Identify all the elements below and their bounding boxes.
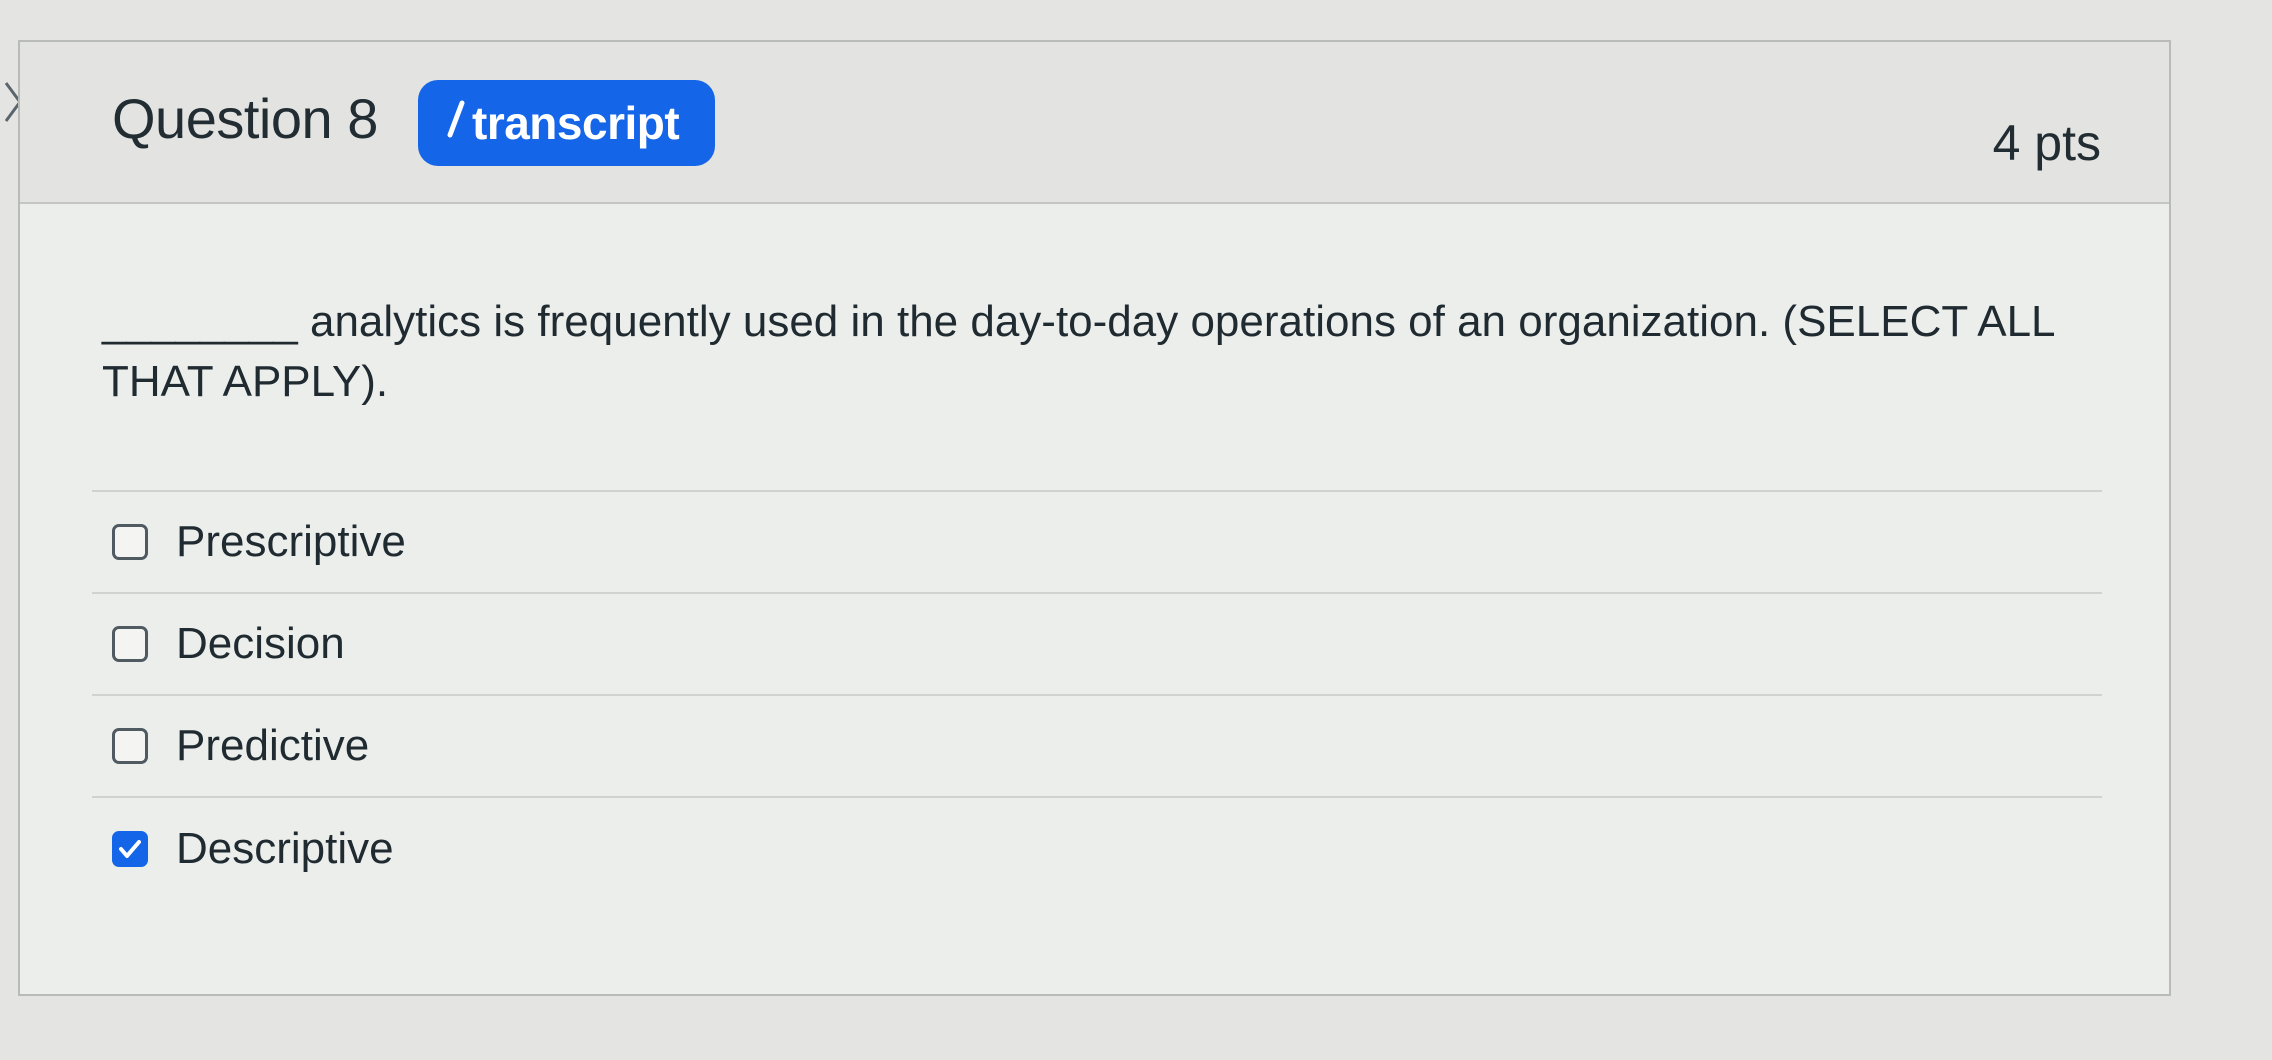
checkbox-predictive[interactable]	[112, 728, 148, 764]
checkmark-icon	[119, 840, 141, 858]
checkbox-decision[interactable]	[112, 626, 148, 662]
transcript-button[interactable]: transcript	[418, 80, 716, 166]
question-card: Question 8 transcript 4 pts ________ ana…	[18, 40, 2171, 996]
slash-icon	[446, 96, 466, 150]
question-header: Question 8 transcript 4 pts	[20, 42, 2169, 204]
question-title: Question 8	[112, 87, 378, 150]
checkbox-prescriptive[interactable]	[112, 524, 148, 560]
option-decision[interactable]: Decision	[92, 594, 2102, 696]
option-label: Predictive	[176, 721, 370, 770]
option-predictive[interactable]: Predictive	[92, 696, 2102, 798]
checkbox-descriptive[interactable]	[112, 831, 148, 867]
answer-options: Prescriptive Decision Predictive Descrip…	[92, 490, 2102, 900]
option-descriptive[interactable]: Descriptive	[92, 798, 2102, 900]
option-label: Prescriptive	[176, 517, 406, 566]
option-label: Descriptive	[176, 824, 394, 873]
option-prescriptive[interactable]: Prescriptive	[92, 492, 2102, 594]
option-label: Decision	[176, 619, 345, 668]
question-prompt: ________ analytics is frequently used in…	[102, 297, 2054, 406]
transcript-label: transcript	[472, 97, 680, 149]
question-points: 4 pts	[1992, 115, 2101, 171]
